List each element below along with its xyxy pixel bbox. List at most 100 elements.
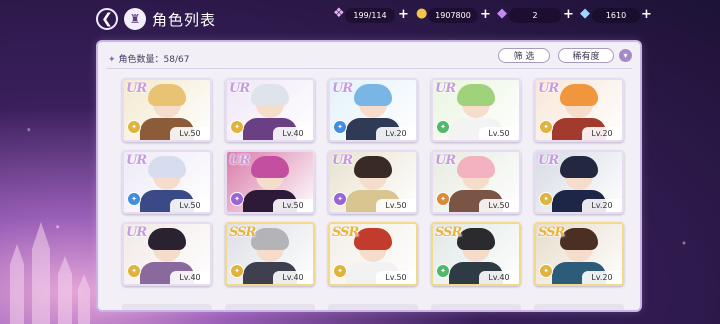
level-label: Lv.40	[479, 271, 519, 284]
level-label: Lv.20	[582, 271, 622, 284]
attribute-icon: ✦	[230, 264, 244, 278]
character-hair	[560, 84, 598, 106]
rarity-badge: UR	[229, 153, 250, 168]
gem-counter: 2	[509, 8, 561, 23]
level-label: Lv.20	[376, 127, 416, 140]
character-card[interactable]: UR ✦ Lv.20	[534, 78, 624, 142]
add-gem-button[interactable]: +	[563, 7, 574, 22]
character-card[interactable]: UR ✦ Lv.50	[431, 150, 521, 214]
character-card[interactable]: UR ✦ Lv.50	[431, 78, 521, 142]
character-hair	[457, 84, 495, 106]
character-card[interactable]: UR ✦ Lv.40	[225, 78, 315, 142]
character-card[interactable]: UR ✦ Lv.20	[534, 150, 624, 214]
card-row-peek	[431, 304, 521, 310]
diamond-counter: 1610	[592, 8, 640, 23]
character-hair	[457, 156, 495, 178]
level-label: Lv.40	[170, 271, 210, 284]
attribute-icon: ✦	[333, 120, 347, 134]
castle-silhouette	[10, 222, 90, 324]
home-button[interactable]: ♜	[124, 8, 146, 30]
back-button[interactable]: ❮	[96, 8, 118, 30]
attribute-icon: ✦	[539, 264, 553, 278]
rarity-badge: UR	[435, 81, 456, 96]
character-card[interactable]: SSR ✦ Lv.40	[431, 222, 521, 286]
attribute-icon: ✦	[230, 120, 244, 134]
page-title: 角色列表	[152, 11, 217, 29]
diamond-icon: ◆	[580, 6, 590, 21]
character-card[interactable]: UR ✦ Lv.50	[328, 150, 418, 214]
character-hair	[251, 156, 289, 178]
character-card[interactable]: UR ✦ Lv.20	[328, 78, 418, 142]
card-row-peek	[534, 304, 624, 310]
attribute-icon: ✦	[539, 192, 553, 206]
level-label: Lv.50	[170, 199, 210, 212]
character-hair	[148, 84, 186, 106]
add-coin-button[interactable]: +	[480, 7, 491, 22]
character-card[interactable]: UR ✦ Lv.40	[122, 222, 212, 286]
character-hair	[251, 84, 289, 106]
character-hair	[560, 228, 598, 250]
character-hair	[148, 156, 186, 178]
character-hair	[457, 228, 495, 250]
rarity-badge: SSR	[332, 225, 359, 240]
level-label: Lv.50	[273, 199, 313, 212]
chevron-down-icon[interactable]: ▾	[619, 49, 632, 62]
chevron-left-icon: ❮	[101, 11, 113, 27]
rarity-badge: UR	[332, 153, 353, 168]
gem-icon: ◆	[497, 6, 507, 21]
card-row-peek	[225, 304, 315, 310]
card-row-peek	[328, 304, 418, 310]
coin-counter: 1907800	[428, 8, 478, 23]
character-card[interactable]: UR ✦ Lv.50	[122, 78, 212, 142]
rarity-badge: SSR	[538, 225, 565, 240]
attribute-icon: ✦	[436, 264, 450, 278]
level-label: Lv.40	[273, 271, 313, 284]
attribute-icon: ✦	[127, 192, 141, 206]
character-hair	[354, 84, 392, 106]
character-hair	[354, 228, 392, 250]
attribute-icon: ✦	[333, 192, 347, 206]
character-card[interactable]: SSR ✦ Lv.40	[225, 222, 315, 286]
character-card[interactable]: SSR ✦ Lv.20	[534, 222, 624, 286]
sort-rarity-button[interactable]: 稀有度	[558, 48, 614, 63]
level-label: Lv.50	[479, 127, 519, 140]
candy-icon: ❖	[333, 6, 345, 21]
level-label: Lv.20	[582, 199, 622, 212]
rarity-badge: UR	[538, 153, 559, 168]
sparkle-icon: ✦	[108, 55, 116, 65]
level-label: Lv.50	[376, 199, 416, 212]
coin-icon: ●	[416, 6, 428, 21]
rarity-badge: SSR	[229, 225, 256, 240]
attribute-icon: ✦	[539, 120, 553, 134]
character-card[interactable]: UR ✦ Lv.50	[122, 150, 212, 214]
rarity-badge: UR	[126, 153, 147, 168]
top-bar: ❮ ♜ 角色列表 ❖ 199/114 + ● 1907800 + ◆ 2 + ◆…	[0, 0, 720, 34]
character-list-panel: ✦ 角色数量：58/67 筛 选 稀有度 ▾ UR ✦ Lv.50 UR ✦ Lv.40 UR…	[98, 42, 640, 310]
card-row-peek	[122, 304, 212, 310]
rarity-badge: UR	[435, 153, 456, 168]
attribute-icon: ✦	[127, 264, 141, 278]
level-label: Lv.50	[376, 271, 416, 284]
candy-counter: 199/114	[345, 8, 395, 23]
rarity-badge: UR	[126, 81, 147, 96]
filter-button[interactable]: 筛 选	[498, 48, 550, 63]
add-diamond-button[interactable]: +	[641, 7, 652, 22]
level-label: Lv.40	[273, 127, 313, 140]
level-label: Lv.20	[582, 127, 622, 140]
rarity-badge: UR	[538, 81, 559, 96]
add-candy-button[interactable]: +	[398, 7, 409, 22]
attribute-icon: ✦	[436, 192, 450, 206]
character-count: ✦ 角色数量：58/67	[108, 52, 189, 65]
castle-icon: ♜	[129, 12, 141, 26]
character-card[interactable]: SSR ✦ Lv.50	[328, 222, 418, 286]
rarity-badge: SSR	[435, 225, 462, 240]
attribute-icon: ✦	[230, 192, 244, 206]
character-card[interactable]: UR ✦ Lv.50	[225, 150, 315, 214]
rarity-badge: UR	[332, 81, 353, 96]
divider	[106, 68, 632, 69]
attribute-icon: ✦	[333, 264, 347, 278]
rarity-badge: UR	[229, 81, 250, 96]
attribute-icon: ✦	[127, 120, 141, 134]
attribute-icon: ✦	[436, 120, 450, 134]
level-label: Lv.50	[170, 127, 210, 140]
